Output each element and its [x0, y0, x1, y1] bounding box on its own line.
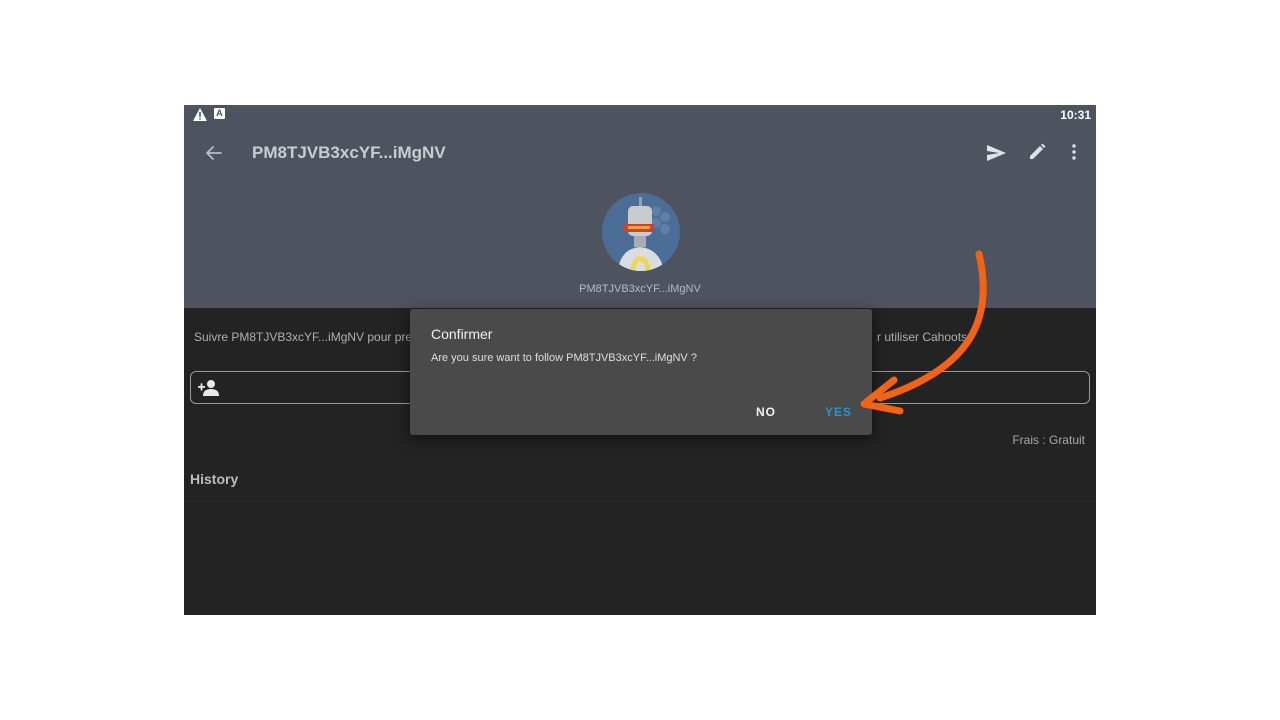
yes-button[interactable]: YES [825, 405, 852, 419]
warning-icon [193, 108, 207, 121]
profile-caption: PM8TJVB3xcYF...iMgNV [579, 283, 701, 295]
divider [184, 501, 1096, 502]
robot-avatar[interactable] [602, 193, 680, 271]
robot-avatar-icon [618, 197, 670, 271]
page-title: PM8TJVB3xcYF...iMgNV [252, 143, 446, 162]
notification-a-icon: A [214, 108, 225, 119]
edit-pencil-icon[interactable] [1027, 142, 1047, 162]
more-vert-icon[interactable] [1064, 142, 1084, 162]
confirm-dialog: Confirmer Are you sure want to follow PM… [410, 309, 872, 435]
status-bar: A 10:31 [184, 105, 1096, 125]
follow-description-start: Suivre PM8TJVB3xcYF...iMgNV pour pren [194, 330, 419, 344]
app-screen: A 10:31 PM8TJVB3xcYF...iMgNV PM8TJVB3xcY… [184, 105, 1096, 615]
send-icon[interactable] [985, 142, 1007, 164]
no-button[interactable]: NO [756, 405, 776, 419]
history-heading: History [190, 471, 239, 487]
profile-header: A 10:31 PM8TJVB3xcYF...iMgNV PM8TJVB3xcY… [184, 105, 1096, 308]
dialog-title: Confirmer [431, 326, 493, 342]
fee-label: Frais : Gratuit [1012, 433, 1085, 447]
dialog-message: Are you sure want to follow PM8TJVB3xcYF… [431, 352, 697, 364]
app-bar: PM8TJVB3xcYF...iMgNV [184, 131, 1096, 175]
status-time: 10:31 [1060, 108, 1091, 122]
follow-description-end: r utiliser Cahoots [877, 330, 968, 344]
add-user-icon [198, 380, 219, 396]
arrow-back-icon[interactable] [204, 143, 224, 163]
